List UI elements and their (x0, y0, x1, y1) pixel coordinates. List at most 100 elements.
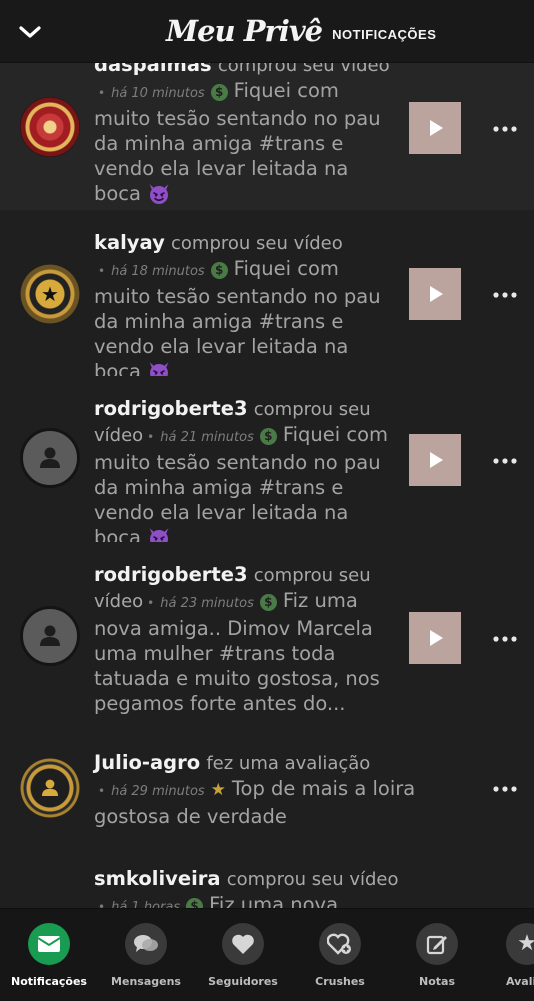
username[interactable]: kalyay (94, 231, 165, 254)
notification-action: comprou seu (253, 565, 371, 586)
notification-item[interactable]: Julio-agro fez uma avaliação • há 29 minu… (0, 730, 534, 847)
avatar[interactable]: ★ (20, 264, 80, 324)
play-icon (425, 118, 445, 138)
notification-item[interactable]: smkoliveira comprou seu vídeo • há 1 hora… (0, 846, 534, 908)
tab-label: Seguidores (208, 975, 278, 988)
notification-text: kalyay comprou seu vídeo • há 18 minutos $… (94, 230, 398, 384)
caption-rest: muito tesão sentando no pau da minha ami… (94, 107, 381, 205)
separator-dot: • (147, 596, 155, 610)
play-icon (425, 628, 445, 648)
avatar[interactable] (20, 97, 80, 157)
tab-notas[interactable]: Notas (388, 909, 486, 1001)
notification-action: fez uma avaliação (206, 753, 371, 774)
tab-seguidores[interactable]: Seguidores (194, 909, 292, 1001)
tab-mensagens[interactable]: Mensagens (97, 909, 195, 1001)
dollar-coin-icon: $ (210, 262, 228, 279)
notification-text: rodrigoberte3 comprou seu vídeo • há 23 mi… (94, 562, 398, 716)
tab-label: Mensagens (111, 975, 181, 988)
dollar-coin-icon: $ (259, 428, 277, 445)
dollar-coin-icon: $ (186, 898, 204, 908)
tab-label: Crushes (315, 975, 365, 988)
caption-start: Top de mais a loira (231, 777, 416, 800)
notification-text: rodrigoberte3 comprou seu vídeo • há 21 mi… (94, 396, 398, 550)
username[interactable]: daspalmas (94, 62, 212, 76)
chat-bubbles-icon (125, 923, 167, 965)
tab-label: Avali (506, 975, 534, 988)
heart-icon (222, 923, 264, 965)
tab-crushes[interactable]: Crushes (291, 909, 389, 1001)
timestamp: há 29 minutos (111, 784, 205, 799)
dollar-coin-icon: $ (259, 594, 277, 611)
separator-dot: • (98, 264, 106, 278)
notification-text: daspalmas comprou seu vídeo • há 10 minut… (94, 62, 398, 206)
default-user-icon (35, 443, 65, 473)
notification-item[interactable]: daspalmas comprou seu vídeo • há 10 minut… (0, 62, 534, 211)
gold-user-icon (42, 779, 58, 796)
more-options-icon[interactable] (492, 456, 518, 466)
play-icon (425, 284, 445, 304)
separator-dot: • (147, 430, 155, 444)
notification-text: Julio-agro fez uma avaliação • há 29 minu… (94, 750, 424, 829)
timestamp: há 1 horas (111, 900, 181, 908)
notification-action: comprou seu vídeo (217, 62, 390, 76)
caption-start: Fiz uma (282, 589, 358, 612)
video-thumbnail[interactable] (409, 268, 461, 320)
avatar[interactable] (20, 758, 80, 818)
brand: Meu Privê NOTIFICAÇÕES (166, 14, 436, 48)
notification-item[interactable]: rodrigoberte3 comprou seu vídeo • há 21 mi… (0, 376, 534, 549)
username[interactable]: rodrigoberte3 (94, 397, 248, 420)
caption-rest: gostosa de verdade (94, 805, 287, 828)
notification-action-cont: vídeo (94, 591, 144, 612)
notification-text: smkoliveira comprou seu vídeo • há 1 hora… (94, 866, 424, 908)
smiling-devil-emoji (147, 182, 171, 204)
timestamp: há 18 minutos (111, 264, 205, 279)
brand-logo: Meu Privê (166, 14, 323, 48)
username[interactable]: smkoliveira (94, 867, 221, 890)
timestamp: há 23 minutos (160, 596, 254, 611)
notification-action: comprou seu (253, 399, 371, 420)
default-user-icon (35, 621, 65, 651)
top-bar: Meu Privê NOTIFICAÇÕES (0, 0, 534, 63)
more-options-icon[interactable] (492, 124, 518, 134)
heart-plus-icon (319, 923, 361, 965)
username[interactable]: Julio-agro (94, 751, 200, 774)
notification-list[interactable]: daspalmas comprou seu vídeo • há 10 minut… (0, 62, 534, 908)
separator-dot: • (98, 900, 106, 908)
envelope-icon (28, 923, 70, 965)
avatar[interactable] (20, 606, 80, 666)
avatar[interactable] (20, 428, 80, 488)
caption-start: Fiquei com (282, 423, 389, 446)
page-title: NOTIFICAÇÕES (332, 26, 437, 42)
username[interactable]: rodrigoberte3 (94, 563, 248, 586)
star-icon: ★ (41, 282, 59, 306)
caption-rest: muito tesão sentando no pau da minha ami… (94, 285, 381, 383)
chevron-down-icon[interactable] (18, 20, 42, 44)
bottom-tab-bar: Notificações Mensagens Seguidores Crushe… (0, 908, 534, 1001)
caption-rest: muito tesão sentando no pau da minha ami… (94, 451, 381, 549)
notification-action-cont: vídeo (94, 425, 144, 446)
tab-avaliacoes[interactable]: ★ Avali (478, 909, 534, 1001)
pencil-note-icon (416, 923, 458, 965)
caption-start: Fiquei com (233, 79, 339, 102)
notification-action: comprou seu vídeo (226, 869, 399, 890)
caption-rest: nova amiga.. Dimov Marcela uma mulher #t… (94, 617, 380, 715)
more-options-icon[interactable] (492, 634, 518, 644)
notification-item[interactable]: rodrigoberte3 comprou seu vídeo • há 23 mi… (0, 542, 534, 731)
notification-item[interactable]: ★ kalyay comprou seu vídeo • há 18 minuto… (0, 210, 534, 383)
more-options-icon[interactable] (492, 290, 518, 300)
tab-label: Notificações (11, 975, 87, 988)
star-icon: ★ (210, 780, 226, 800)
separator-dot: • (98, 784, 106, 798)
star-icon: ★ (506, 923, 534, 965)
video-thumbnail[interactable] (409, 102, 461, 154)
timestamp: há 10 minutos (111, 86, 205, 101)
separator-dot: • (98, 86, 106, 100)
notification-action: comprou seu vídeo (171, 233, 343, 254)
tab-notificacoes[interactable]: Notificações (0, 909, 98, 1001)
play-icon (425, 450, 445, 470)
caption-start: Fiquei com (233, 257, 339, 280)
more-options-icon[interactable] (492, 784, 518, 794)
video-thumbnail[interactable] (409, 434, 461, 486)
video-thumbnail[interactable] (409, 612, 461, 664)
timestamp: há 21 minutos (160, 430, 254, 445)
